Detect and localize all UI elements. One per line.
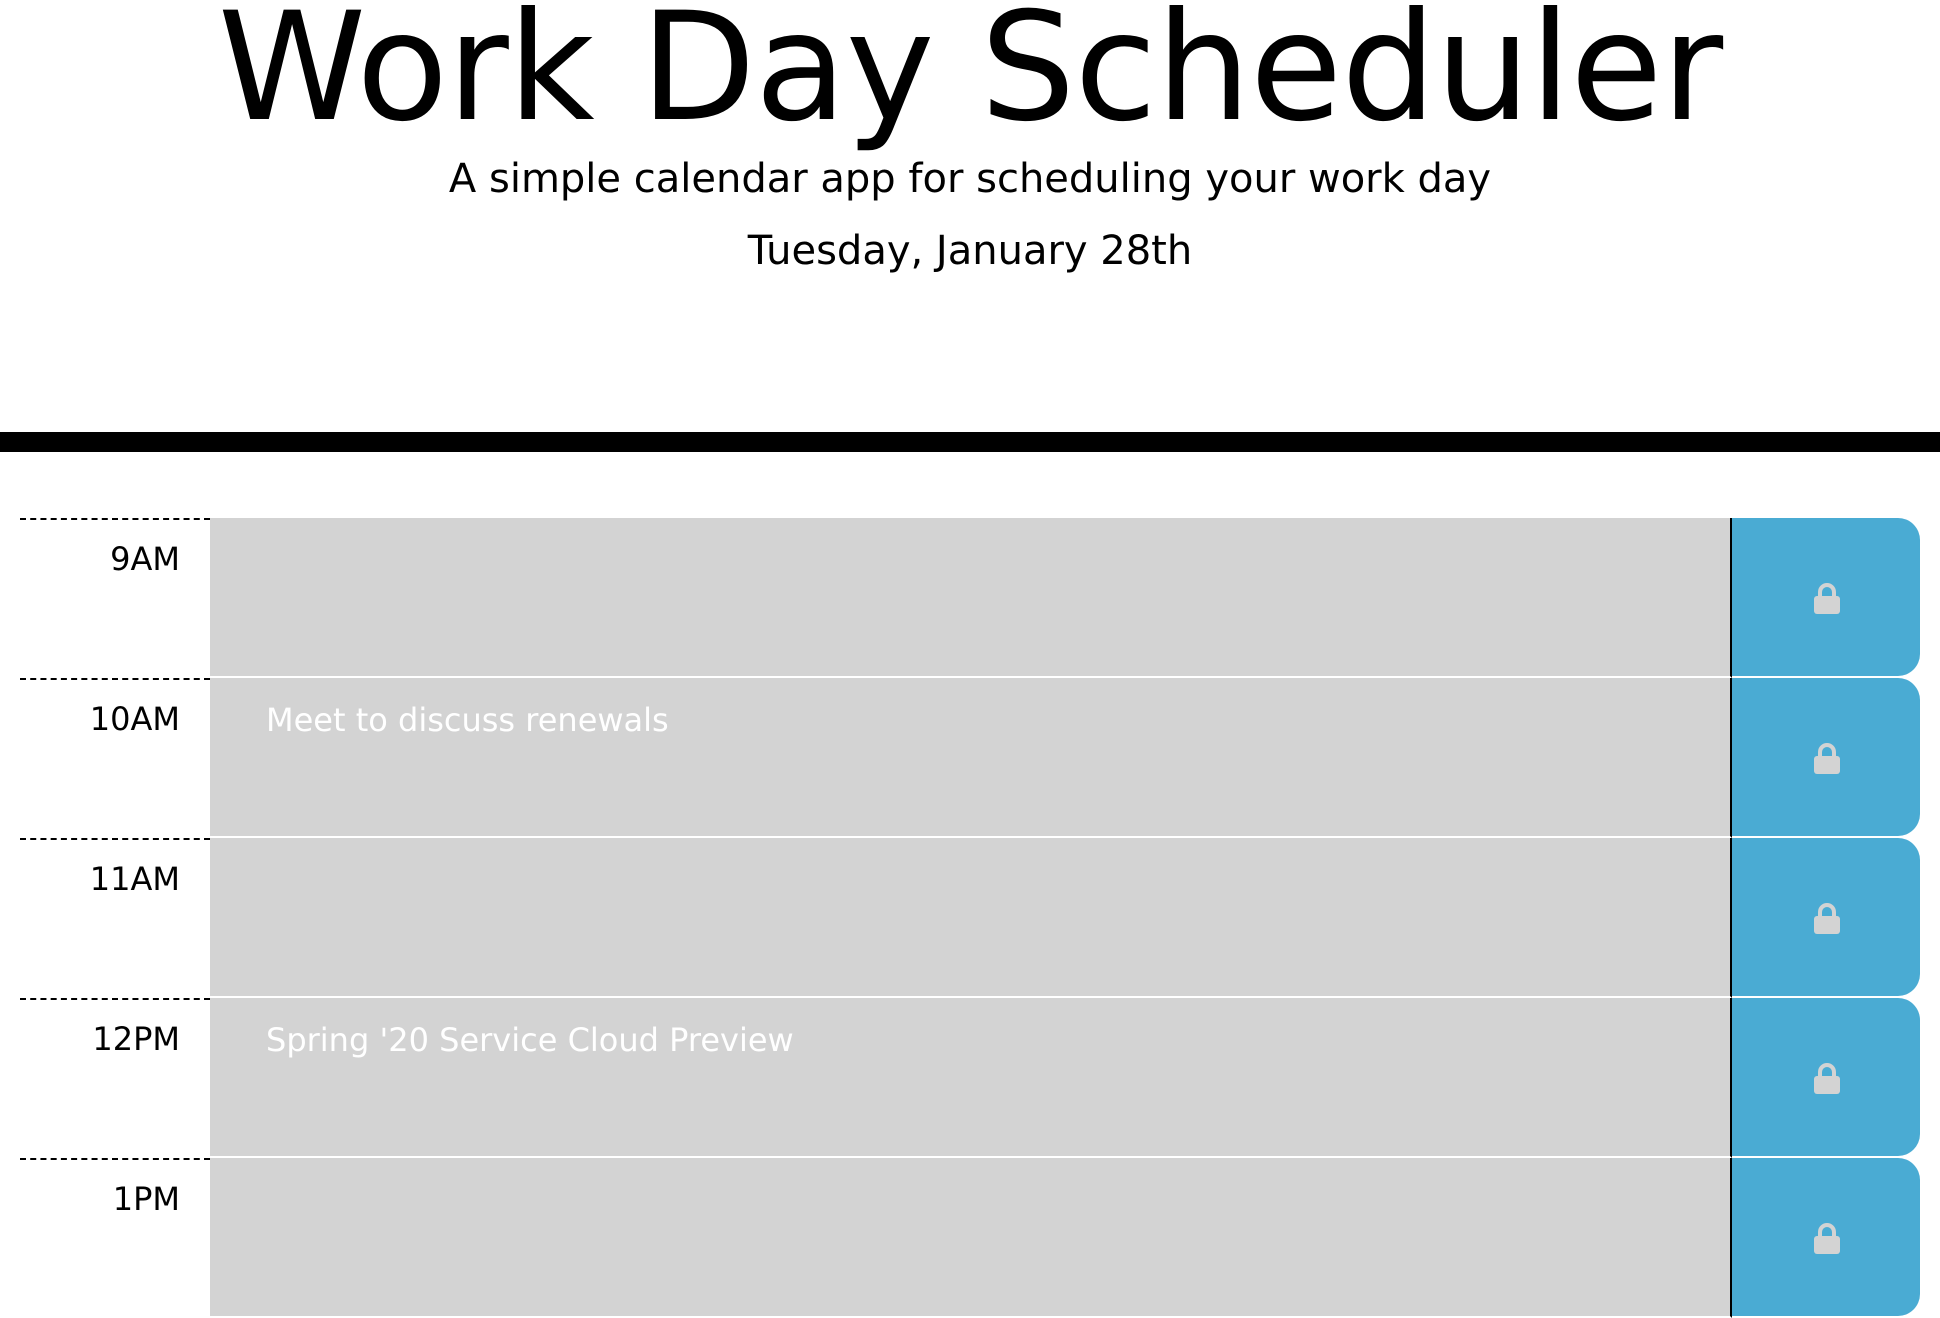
save-button[interactable] xyxy=(1732,838,1920,996)
hour-label: 9AM xyxy=(20,518,210,677)
lock-icon xyxy=(1814,903,1840,934)
hour-label: 10AM xyxy=(20,678,210,837)
time-block-12pm: 12PM Spring '20 Service Cloud Preview xyxy=(0,998,1940,1158)
time-block-10am: 10AM Meet to discuss renewals xyxy=(0,678,1940,838)
header-divider xyxy=(0,432,1940,452)
page-subtitle: A simple calendar app for scheduling you… xyxy=(448,156,1492,202)
time-block-1pm: 1PM xyxy=(0,1158,1940,1318)
lock-icon xyxy=(1814,583,1840,614)
hour-label: 1PM xyxy=(20,1158,210,1317)
lock-icon xyxy=(1814,1063,1840,1094)
hour-label: 11AM xyxy=(20,838,210,997)
page-title: Work Day Scheduler xyxy=(217,0,1723,155)
hour-label: 12PM xyxy=(20,998,210,1157)
save-button[interactable] xyxy=(1732,998,1920,1156)
time-block-list: 9AM 10AM Meet to discuss renewals 11AM 1… xyxy=(0,518,1940,1318)
time-block-11am: 11AM xyxy=(0,838,1940,998)
current-day: Tuesday, January 28th xyxy=(747,228,1193,274)
event-description-input[interactable] xyxy=(210,1158,1732,1318)
save-button[interactable] xyxy=(1732,518,1920,676)
lock-icon xyxy=(1814,743,1840,774)
time-block-9am: 9AM xyxy=(0,518,1940,678)
event-description-input[interactable]: Meet to discuss renewals xyxy=(210,678,1732,838)
lock-icon xyxy=(1814,1223,1840,1254)
save-button[interactable] xyxy=(1732,678,1920,836)
event-description-input[interactable] xyxy=(210,838,1732,998)
event-description-text: Spring '20 Service Cloud Preview xyxy=(266,1021,794,1059)
header: Work Day Scheduler A simple calendar app… xyxy=(0,0,1940,432)
event-description-input[interactable] xyxy=(210,518,1732,678)
save-button[interactable] xyxy=(1732,1158,1920,1316)
event-description-input[interactable]: Spring '20 Service Cloud Preview xyxy=(210,998,1732,1158)
event-description-text: Meet to discuss renewals xyxy=(266,701,669,739)
